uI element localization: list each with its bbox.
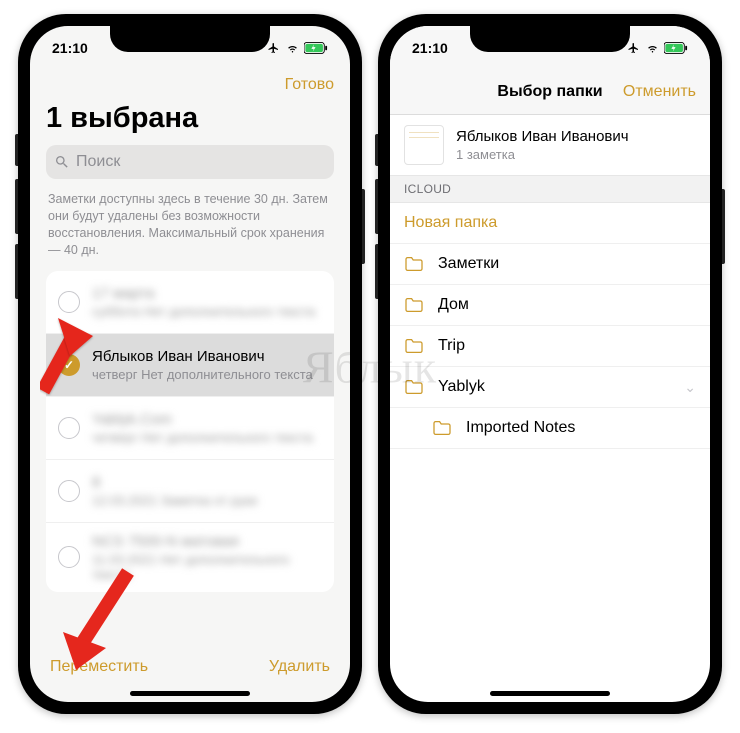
phone-right: 21:10 Выбор папки Отменить Яблыков Иван … — [378, 14, 722, 714]
folder-row[interactable]: Yablyk ⌄ — [390, 367, 710, 408]
airplane-icon — [626, 42, 641, 54]
note-row[interactable]: Yablyk.Com четверг Нет дополнительного т… — [46, 397, 334, 460]
note-title: 17 марта — [92, 285, 322, 302]
folder-name: Yablyk — [438, 378, 485, 396]
note-subtitle: четверг Нет дополнительного текста — [92, 430, 322, 445]
folder-row[interactable]: Trip — [390, 326, 710, 367]
folder-name: Trip — [438, 337, 465, 355]
new-folder-button[interactable]: Новая папка — [390, 203, 710, 244]
folder-icon — [404, 256, 424, 272]
note-title: 8 — [92, 474, 322, 491]
status-time: 21:10 — [412, 40, 448, 56]
folder-name: Заметки — [438, 255, 499, 273]
section-header: ICLOUD — [390, 175, 710, 203]
notch — [110, 26, 270, 52]
note-subtitle: четверг Нет дополнительного текста — [92, 367, 322, 382]
page-title: 1 выбрана — [46, 102, 334, 135]
chevron-down-icon[interactable]: ⌄ — [684, 379, 696, 396]
folder-icon — [432, 420, 452, 436]
search-icon — [54, 154, 70, 170]
note-title: NCS 7500-N матовая — [92, 533, 322, 550]
folder-name: Imported Notes — [466, 419, 575, 437]
status-icons — [266, 42, 328, 54]
folder-icon — [404, 379, 424, 395]
nav-bar: Выбор папки Отменить — [390, 70, 710, 115]
folder-row[interactable]: Заметки — [390, 244, 710, 285]
moving-note-count: 1 заметка — [456, 147, 629, 162]
status-icons — [626, 42, 688, 54]
radio-unchecked-icon[interactable] — [58, 417, 80, 439]
radio-unchecked-icon[interactable] — [58, 480, 80, 502]
airplane-icon — [266, 42, 281, 54]
note-subtitle: 12.03.2021 Заметка от руки — [92, 493, 322, 508]
home-indicator[interactable] — [490, 691, 610, 696]
folder-row[interactable]: Дом — [390, 285, 710, 326]
search-input[interactable]: Поиск — [46, 145, 334, 179]
note-title: Яблыков Иван Иванович — [92, 348, 322, 365]
folder-icon — [404, 297, 424, 313]
wifi-icon — [285, 42, 300, 54]
arrow-annotation-icon — [30, 306, 98, 396]
note-title: Yablyk.Com — [92, 411, 322, 428]
folder-row[interactable]: Imported Notes — [390, 408, 710, 449]
info-text: Заметки доступны здесь в течение 30 дн. … — [48, 191, 332, 259]
nav-title: Выбор папки — [497, 83, 602, 101]
home-indicator[interactable] — [130, 691, 250, 696]
folder-name: Дом — [438, 296, 469, 314]
delete-button[interactable]: Удалить — [269, 658, 330, 676]
folder-icon — [404, 338, 424, 354]
moving-note-title: Яблыков Иван Иванович — [456, 128, 629, 145]
note-subtitle: суббота Нет дополнительного текста — [92, 304, 322, 319]
done-button[interactable]: Готово — [285, 76, 334, 94]
new-folder-label: Новая папка — [404, 214, 497, 232]
wifi-icon — [645, 42, 660, 54]
battery-icon — [664, 42, 688, 54]
status-time: 21:10 — [52, 40, 88, 56]
note-thumbnail-icon — [404, 125, 444, 165]
battery-icon — [304, 42, 328, 54]
arrow-annotation-icon — [58, 562, 138, 672]
note-row[interactable]: 8 12.03.2021 Заметка от руки — [46, 460, 334, 523]
cancel-button[interactable]: Отменить — [623, 83, 696, 101]
phone-left: 21:10 Готово 1 выбрана Поиск Заметки дос… — [18, 14, 362, 714]
moving-note-header: Яблыков Иван Иванович 1 заметка — [390, 115, 710, 175]
search-placeholder: Поиск — [76, 153, 120, 171]
notch — [470, 26, 630, 52]
